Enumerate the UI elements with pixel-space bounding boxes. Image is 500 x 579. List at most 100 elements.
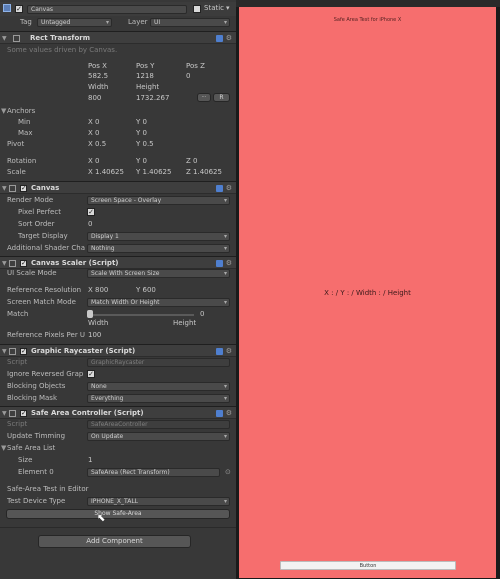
render-mode-dropdown[interactable]: Screen Space - Overlay: [87, 196, 230, 205]
list-triangle-icon[interactable]: ▼: [1, 443, 6, 454]
anchor-max-y[interactable]: Y 0: [136, 128, 147, 139]
match-range-labels: Width Height: [0, 318, 236, 329]
anchors-triangle-icon[interactable]: ▼: [1, 106, 6, 117]
help-book-icon[interactable]: [215, 259, 223, 267]
element-0-object-field[interactable]: SafeArea (Rect Transform): [87, 468, 220, 477]
object-name-field[interactable]: Canvas: [27, 5, 187, 14]
tag-label: Tag: [20, 18, 32, 26]
component-enabled-checkbox[interactable]: [20, 182, 27, 195]
component-enabled-checkbox[interactable]: [20, 407, 27, 420]
safe-area-list-row[interactable]: ▼ Safe Area List: [0, 443, 236, 454]
help-book-icon[interactable]: [215, 184, 223, 192]
game-button[interactable]: Button: [280, 561, 456, 570]
safe-area-test-header: Safe-Area Test in Editor: [7, 485, 89, 493]
collapse-triangle-icon[interactable]: ▼: [2, 182, 7, 195]
canvas-header[interactable]: ▼ Canvas ⚙: [0, 181, 236, 195]
gear-icon[interactable]: ⚙: [226, 34, 232, 42]
render-mode-label: Render Mode: [7, 196, 54, 204]
target-display-dropdown[interactable]: Display 1: [87, 232, 230, 241]
component-tools[interactable]: ⚙: [215, 182, 232, 195]
gear-icon[interactable]: ⚙: [226, 409, 232, 417]
gear-icon[interactable]: ⚙: [226, 259, 232, 267]
anchor-min-x[interactable]: X 0: [88, 117, 99, 128]
pos-x-field[interactable]: 582.5: [88, 71, 108, 82]
anchor-min-row: Min X 0 Y 0: [0, 117, 236, 128]
rotation-row: Rotation X 0 Y 0 Z 0: [0, 156, 236, 167]
element-0-label: Element 0: [18, 468, 54, 476]
anchors-row[interactable]: ▼ Anchors: [0, 106, 236, 117]
blocking-objects-row: Blocking Objects None: [0, 381, 236, 392]
object-picker-icon[interactable]: ⊙: [225, 467, 231, 478]
ignore-reversed-checkbox[interactable]: ✓: [87, 370, 95, 378]
shader-channels-dropdown[interactable]: Nothing: [87, 244, 230, 253]
rotation-y[interactable]: Y 0: [136, 156, 147, 167]
size-values-row: 800 1732.267 ⋯ R: [0, 93, 236, 104]
height-field[interactable]: 1732.267: [136, 93, 169, 104]
pos-y-field[interactable]: 1218: [136, 71, 154, 82]
render-mode-row: Render Mode Screen Space - Overlay: [0, 195, 236, 206]
pixel-perfect-checkbox[interactable]: ✓: [87, 208, 95, 216]
gear-icon[interactable]: ⚙: [226, 184, 232, 192]
match-slider-handle[interactable]: [87, 310, 93, 318]
shader-channels-label: Additional Shader Cha: [7, 244, 86, 252]
tag-dropdown[interactable]: Untagged: [37, 18, 112, 27]
scale-y[interactable]: Y 1.40625: [136, 167, 171, 178]
reference-resolution-x[interactable]: X 800: [88, 285, 108, 296]
reference-resolution-y[interactable]: Y 600: [136, 285, 156, 296]
scale-z[interactable]: Z 1.40625: [186, 167, 222, 178]
layer-dropdown[interactable]: UI: [150, 18, 230, 27]
pivot-label: Pivot: [7, 140, 25, 148]
size-labels-row: Width Height: [0, 82, 236, 93]
component-tools[interactable]: ⚙: [215, 32, 232, 45]
safe-area-info-text: X : / Y : / Width : / Height: [324, 289, 411, 297]
rect-transform-header[interactable]: ▼ Rect Transform ⚙: [0, 31, 236, 44]
ui-scale-mode-dropdown[interactable]: Scale With Screen Size: [87, 269, 230, 278]
blocking-objects-dropdown[interactable]: None: [87, 382, 230, 391]
help-book-icon[interactable]: [215, 347, 223, 355]
component-enabled-checkbox[interactable]: [20, 345, 27, 358]
list-size-field[interactable]: 1: [88, 455, 92, 466]
show-safe-area-button[interactable]: Show Safe-Area: [6, 509, 230, 519]
pivot-x[interactable]: X 0.5: [88, 139, 106, 150]
static-dropdown-icon[interactable]: ▾: [226, 3, 230, 14]
raw-edit-button[interactable]: R: [213, 93, 230, 102]
gear-icon[interactable]: ⚙: [226, 347, 232, 355]
safe-area-controller-header[interactable]: ▼ Safe Area Controller (Script) ⚙: [0, 406, 236, 420]
anchor-min-y[interactable]: Y 0: [136, 117, 147, 128]
driven-note: Some values driven by Canvas.: [0, 45, 236, 56]
blueprint-button[interactable]: ⋯: [197, 93, 211, 102]
test-device-dropdown[interactable]: IPHONE_X_TALL: [87, 497, 230, 506]
width-field[interactable]: 800: [88, 93, 101, 104]
help-book-icon[interactable]: [215, 409, 223, 417]
reference-resolution-row: Reference Resolution X 800 Y 600: [0, 285, 236, 296]
scale-x[interactable]: X 1.40625: [88, 167, 124, 178]
static-checkbox[interactable]: [193, 5, 201, 13]
anchor-max-x[interactable]: X 0: [88, 128, 99, 139]
match-slider-track[interactable]: [89, 314, 194, 316]
anchor-min-label: Min: [18, 118, 31, 126]
component-enabled-checkbox[interactable]: [20, 257, 27, 270]
ignore-reversed-label: Ignore Reversed Grap: [7, 370, 84, 378]
update-timing-dropdown[interactable]: On Update: [87, 432, 230, 441]
active-checkbox[interactable]: ✓: [15, 5, 23, 13]
ui-scale-mode-row: UI Scale Mode Scale With Screen Size: [0, 268, 236, 279]
object-header: ✓ Canvas Static ▾: [0, 2, 236, 16]
rotation-z[interactable]: Z 0: [186, 156, 197, 167]
add-component-button[interactable]: Add Component: [38, 535, 191, 548]
pos-z-field[interactable]: 0: [186, 71, 190, 82]
match-height-label: Height: [173, 319, 197, 327]
anchors-label: Anchors: [7, 107, 36, 115]
screen-match-mode-dropdown[interactable]: Match Width Or Height: [87, 298, 230, 307]
driven-note-text: Some values driven by Canvas.: [7, 46, 118, 54]
blocking-mask-dropdown[interactable]: Everything: [87, 394, 230, 403]
collapse-triangle-icon[interactable]: ▼: [2, 32, 7, 45]
graphic-raycaster-header[interactable]: ▼ Graphic Raycaster (Script) ⚙: [0, 344, 236, 358]
help-book-icon[interactable]: [215, 34, 223, 42]
reference-ppu-field[interactable]: 100: [88, 330, 101, 341]
canvas-scaler-icon: [9, 260, 16, 267]
pixel-perfect-label: Pixel Perfect: [18, 208, 61, 216]
sort-order-field[interactable]: 0: [88, 219, 92, 230]
pivot-y[interactable]: Y 0.5: [136, 139, 154, 150]
rotation-x[interactable]: X 0: [88, 156, 99, 167]
canvas-title: Canvas: [31, 184, 60, 192]
